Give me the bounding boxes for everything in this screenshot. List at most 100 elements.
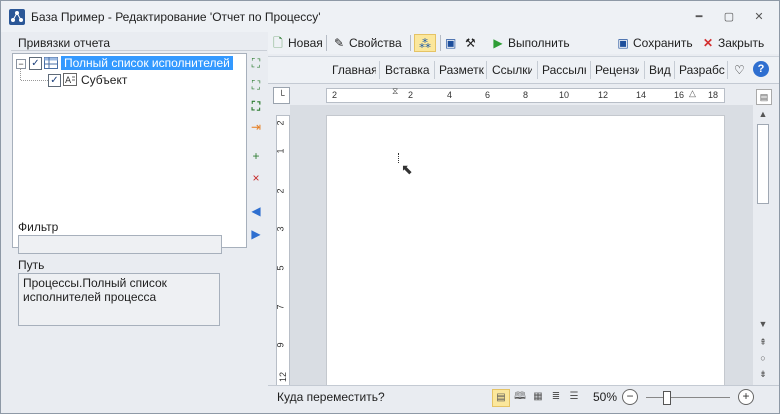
ruler-number: 3 xyxy=(275,226,286,232)
binoculars-icon: ⛶ xyxy=(251,56,261,70)
tab-review[interactable]: Рецензи xyxy=(595,62,639,78)
tab-separator xyxy=(379,61,380,79)
binoculars-back-button[interactable]: ⛶ xyxy=(246,54,266,72)
print-layout-icon: ▤ xyxy=(496,392,506,403)
binoculars-icon: ⛶ xyxy=(251,99,261,113)
draft-button[interactable]: ☰ xyxy=(566,389,582,405)
save-button[interactable]: ▣ Сохранить xyxy=(616,34,692,52)
browse-object-button[interactable]: ○ xyxy=(756,351,770,365)
binoculars-icon: ⛶ xyxy=(251,78,261,92)
save-disk-button[interactable]: ▣ xyxy=(445,34,456,52)
zoom-out-button[interactable]: − xyxy=(622,389,638,405)
chevron-down-icon: ♡ xyxy=(734,63,745,77)
save-icon: ▣ xyxy=(617,36,629,50)
ruler-number: 7 xyxy=(275,304,286,310)
help-button[interactable]: ? xyxy=(753,61,769,77)
tab-view[interactable]: Вид xyxy=(649,62,673,78)
zoom-slider-thumb[interactable] xyxy=(663,391,671,405)
svg-text:A: A xyxy=(65,76,72,86)
table-icon xyxy=(44,57,58,69)
tools-icon: ⚒ xyxy=(465,36,476,50)
move-right-button[interactable]: ▶ xyxy=(246,225,266,243)
indent-marker-icon[interactable]: ⧖ xyxy=(392,86,398,97)
close-window-button[interactable]: ✕ xyxy=(749,9,769,25)
tab-references[interactable]: Ссылки xyxy=(492,62,532,78)
properties-label: Свойства xyxy=(349,36,402,50)
path-label: Путь xyxy=(18,258,45,272)
new-button[interactable]: 🗋 Новая xyxy=(271,34,323,52)
tab-selector-button[interactable]: └ xyxy=(273,87,290,104)
main-window: База Пример - Редактирование 'Отчет по П… xyxy=(0,0,780,414)
outline-icon: ≣ xyxy=(551,391,561,402)
help-icon: ? xyxy=(757,63,765,75)
tab-mailings[interactable]: Рассылк xyxy=(542,62,586,78)
ruler-number: 2 xyxy=(275,120,286,126)
word-ribbon-tabs: Главная Вставка Разметк Ссылки Рассылк Р… xyxy=(268,56,779,84)
reading-layout-button[interactable]: 🕮 xyxy=(512,389,528,405)
ruler-number: 8 xyxy=(523,90,529,100)
close-button[interactable]: ✕ Закрыть xyxy=(701,34,764,52)
web-layout-button[interactable]: ▦ xyxy=(530,389,546,405)
ruler-number: 18 xyxy=(708,90,719,100)
drag-cursor-icon: ⬉ xyxy=(401,161,413,177)
ruler-number: 12 xyxy=(278,371,289,383)
ruler-number: 4 xyxy=(447,90,453,100)
execute-label: Выполнить xyxy=(508,36,570,50)
print-layout-button[interactable]: ▤ xyxy=(492,389,510,407)
execute-button[interactable]: ▶ Выполнить xyxy=(491,34,570,52)
zoom-in-button[interactable]: + xyxy=(738,389,754,405)
binoculars-all-button[interactable]: ⛶ xyxy=(246,97,266,115)
tree-item-subject[interactable]: Субъект xyxy=(81,72,127,88)
panel-title: Привязки отчета xyxy=(18,36,110,50)
maximize-button[interactable]: ▢ xyxy=(719,9,739,25)
ruler-number: 14 xyxy=(636,90,647,100)
vertical-ruler[interactable]: 2 1 2 3 5 7 9 12 xyxy=(276,115,290,387)
status-bar: Куда переместить? ▤ 🕮 ▦ ≣ ☰ 50% − + xyxy=(268,385,779,408)
zoom-percent[interactable]: 50% xyxy=(593,390,617,404)
filter-field[interactable] xyxy=(18,235,222,254)
tree-line xyxy=(21,80,48,82)
binoculars-forward-button[interactable]: ⛶ xyxy=(246,76,266,94)
minimize-button[interactable]: ━ xyxy=(689,9,709,25)
ruler-number: 5 xyxy=(275,265,286,271)
tab-separator xyxy=(590,61,591,79)
properties-button[interactable]: ✎ Свойства xyxy=(332,34,402,52)
document-page[interactable]: ⬉ xyxy=(326,115,725,387)
vertical-scrollbar[interactable]: ▤ ▲ ▼ ⇞ ○ ⇟ xyxy=(754,87,772,385)
properties-icon: ✎ xyxy=(333,36,345,50)
ruler-toggle-button[interactable]: ▤ xyxy=(756,89,772,105)
insert-field-button[interactable]: ⇥ xyxy=(246,118,266,136)
remove-condition-button[interactable]: × xyxy=(246,169,266,187)
outline-button[interactable]: ≣ xyxy=(548,389,564,405)
new-label: Новая xyxy=(288,36,323,50)
tools-button[interactable]: ⚒ xyxy=(465,34,476,52)
path-field: Процессы.Полный список исполнителей проц… xyxy=(18,273,220,326)
tab-home[interactable]: Главная xyxy=(332,62,376,78)
next-page-button[interactable]: ⇟ xyxy=(756,367,770,381)
tab-developer[interactable]: Разрабс xyxy=(679,62,725,78)
bindings-toggle-button[interactable]: ⁂ xyxy=(414,34,436,52)
ribbon-collapse-button[interactable]: ♡ xyxy=(734,62,746,78)
tab-insert[interactable]: Вставка xyxy=(385,62,431,78)
bindings-tree[interactable]: − ✓ Полный список исполнителей ✓ A Субъе… xyxy=(12,53,247,248)
draft-icon: ☰ xyxy=(569,391,579,402)
zoom-slider[interactable] xyxy=(646,397,730,398)
tree-item-executors-list[interactable]: Полный список исполнителей xyxy=(61,55,233,71)
add-condition-icon: + xyxy=(252,149,260,163)
prev-page-button[interactable]: ⇞ xyxy=(756,335,770,349)
tree-checkbox[interactable]: ✓ xyxy=(48,74,61,87)
horizontal-ruler[interactable]: 2 2 4 6 8 10 12 14 16 18 ⧖ △ xyxy=(326,86,725,103)
move-left-button[interactable]: ◀ xyxy=(246,202,266,220)
tree-checkbox[interactable]: ✓ xyxy=(29,57,42,70)
insertion-marker xyxy=(398,153,400,163)
minimize-icon: ━ xyxy=(695,11,703,23)
scroll-down-button[interactable]: ▼ xyxy=(756,317,770,331)
scroll-thumb[interactable] xyxy=(757,124,769,204)
scroll-up-button[interactable]: ▲ xyxy=(756,107,770,121)
toolbar-separator xyxy=(326,35,327,51)
right-indent-marker-icon[interactable]: △ xyxy=(689,88,696,99)
tab-layout[interactable]: Разметк xyxy=(439,62,484,78)
ruler-number: 2 xyxy=(408,90,414,100)
tab-separator xyxy=(644,61,645,79)
add-condition-button[interactable]: + xyxy=(246,147,266,165)
